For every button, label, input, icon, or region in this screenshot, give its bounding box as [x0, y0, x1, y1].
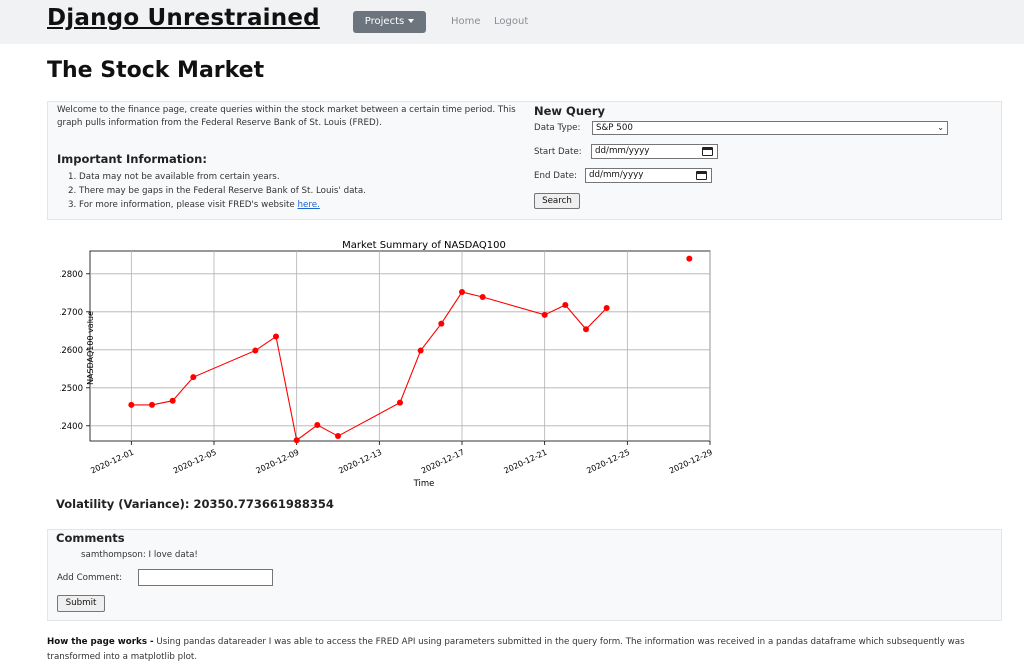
- data-point: [686, 255, 693, 262]
- projects-dropdown-button[interactable]: Projects: [353, 11, 426, 33]
- x-tick-label: 2020-12-25: [585, 448, 631, 476]
- info-item: 3. For more information, please visit FR…: [68, 198, 366, 212]
- market-summary-chart: 2020-12-01 2020-12-05 2020-12-09 2020-12-13…: [60, 240, 714, 489]
- end-date-value: dd/mm/yyyy: [589, 170, 644, 180]
- fred-link[interactable]: here.: [298, 200, 320, 210]
- start-date-label: Start Date:: [534, 147, 582, 157]
- data-point: [273, 333, 279, 340]
- add-comment-label: Add Comment:: [57, 573, 123, 583]
- submit-comment-button[interactable]: Submit: [57, 595, 105, 612]
- data-point: [583, 326, 589, 333]
- add-comment-input[interactable]: [138, 569, 273, 586]
- data-point: [397, 399, 403, 406]
- data-point: [169, 397, 176, 404]
- page-explanation: How the page works - Using pandas datare…: [47, 635, 1007, 665]
- x-tick-label: 2020-12-21: [503, 448, 549, 476]
- start-date-input[interactable]: dd/mm/yyyy: [591, 144, 718, 159]
- comments-panel: Comments samthompson: I love data! Add C…: [47, 529, 1002, 621]
- caret-down-icon: [408, 19, 415, 23]
- plot-area: [89, 250, 711, 442]
- info-item: 2. There may be gaps in the Federal Rese…: [68, 186, 366, 196]
- data-point: [541, 311, 548, 318]
- x-tick-label: 2020-12-17: [420, 448, 466, 476]
- data-type-value: S&P 500: [596, 123, 633, 133]
- y-tick-label: 12700: [60, 308, 83, 318]
- chart-title: Market Summary of NASDAQ100: [342, 240, 506, 251]
- end-date-input[interactable]: dd/mm/yyyy: [585, 168, 712, 183]
- data-type-label: Data Type:: [534, 123, 581, 133]
- data-point: [438, 320, 445, 327]
- volatility-text: Volatility (Variance): 20350.77366198835…: [56, 497, 334, 511]
- comments-heading: Comments: [56, 531, 125, 545]
- search-button[interactable]: Search: [534, 193, 580, 209]
- chevron-down-icon: ⌄: [937, 123, 944, 132]
- data-point: [417, 347, 424, 354]
- start-date-value: dd/mm/yyyy: [595, 146, 650, 156]
- brand-link[interactable]: Django Unrestrained: [47, 5, 320, 31]
- x-tick-label: 2020-12-29: [668, 448, 714, 476]
- comment-item: samthompson: I love data!: [81, 550, 198, 560]
- y-axis-label: NASDAQ100 value: [86, 311, 95, 385]
- info-item: 1. Data may not be available from certai…: [68, 172, 280, 182]
- end-date-label: End Date:: [534, 171, 577, 181]
- nav-home-link[interactable]: Home: [451, 16, 481, 27]
- page-title: The Stock Market: [47, 58, 265, 83]
- y-tick-label: 12600: [60, 346, 83, 356]
- important-info-heading: Important Information:: [57, 152, 207, 166]
- x-tick-label: 2020-12-13: [337, 448, 383, 476]
- x-axis-label: Time: [413, 479, 435, 489]
- info-item-text: 3. For more information, please visit FR…: [68, 200, 298, 210]
- x-tick-label: 2020-12-01: [89, 448, 135, 476]
- data-point: [479, 293, 486, 300]
- calendar-icon[interactable]: [696, 171, 707, 180]
- x-tick-label: 2020-12-05: [172, 448, 218, 476]
- x-tick-label: 2020-12-09: [255, 448, 301, 476]
- data-point: [149, 401, 155, 408]
- data-type-select[interactable]: S&P 500 ⌄: [592, 121, 948, 135]
- projects-label: Projects: [364, 16, 405, 27]
- data-point: [293, 437, 300, 444]
- data-point: [335, 433, 341, 440]
- navbar: Django Unrestrained Projects Home Logout: [0, 0, 1024, 44]
- new-query-heading: New Query: [534, 104, 605, 118]
- calendar-icon[interactable]: [702, 147, 713, 156]
- explanation-heading: How the page works -: [47, 637, 154, 647]
- data-point: [128, 401, 135, 408]
- explanation-text: Using pandas datareader I was able to ac…: [47, 637, 965, 662]
- data-point: [314, 422, 321, 429]
- data-point: [603, 305, 610, 311]
- important-info-list: 1. Data may not be available from certai…: [68, 170, 366, 212]
- query-panel: Welcome to the finance page, create quer…: [47, 101, 1002, 220]
- y-tick-label: 12500: [60, 384, 83, 394]
- nav-logout-link[interactable]: Logout: [494, 16, 528, 27]
- data-point: [190, 374, 197, 381]
- y-tick-label: 12400: [60, 422, 83, 432]
- data-point: [562, 301, 569, 308]
- y-tick-label: 12800: [60, 270, 83, 280]
- data-point: [459, 289, 465, 296]
- welcome-text: Welcome to the finance page, create quer…: [57, 105, 516, 128]
- data-point: [252, 347, 259, 354]
